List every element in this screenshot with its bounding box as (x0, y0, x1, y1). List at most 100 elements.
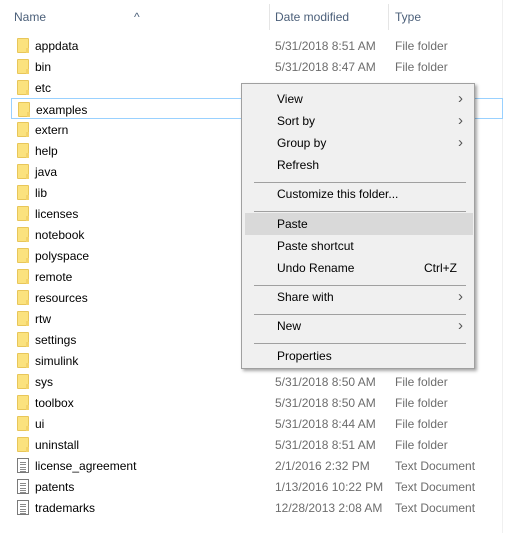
chevron-right-icon: › (458, 317, 463, 335)
folder-icon (17, 122, 29, 137)
folder-icon (17, 185, 29, 200)
column-type[interactable]: Type (395, 10, 421, 24)
file-date: 5/31/2018 8:44 AM (275, 417, 376, 431)
menu-item-label: New (277, 319, 302, 334)
sort-ascending-icon: ^ (134, 10, 140, 24)
file-name: extern (35, 123, 69, 137)
menu-item-share-with[interactable]: Share with › (245, 286, 473, 308)
folder-icon (17, 143, 29, 158)
file-name: trademarks (35, 501, 96, 515)
menu-item-paste[interactable]: Paste (245, 212, 473, 235)
folder-icon (18, 102, 30, 117)
menu-item-label: Share with (277, 289, 334, 304)
file-name: sys (35, 375, 53, 389)
chevron-right-icon: › (458, 134, 463, 151)
menu-item-label: Sort by (277, 114, 316, 128)
shortcut-label: Ctrl+Z (424, 260, 457, 275)
file-row[interactable]: uninstall 5/31/2018 8:51 AM File folder (11, 434, 503, 455)
menu-item-new[interactable]: New › (245, 315, 473, 337)
file-name: notebook (35, 228, 85, 242)
menu-item-label: Undo Rename (277, 260, 355, 275)
file-name: java (35, 165, 58, 179)
folder-icon (17, 353, 29, 368)
file-name: appdata (35, 39, 79, 53)
menu-item-view[interactable]: View › (245, 88, 473, 110)
chevron-right-icon: › (458, 90, 463, 107)
folder-icon (17, 59, 29, 74)
file-name: lib (35, 186, 48, 200)
file-name: bin (35, 60, 52, 74)
file-row[interactable]: sys 5/31/2018 8:50 AM File folder (11, 371, 503, 392)
file-date: 5/31/2018 8:50 AM (275, 396, 376, 410)
file-type: File folder (395, 60, 448, 74)
text-document-icon (17, 500, 29, 515)
menu-item-label: Group by (277, 136, 327, 150)
file-type: Text Document (395, 480, 476, 494)
file-name: patents (35, 480, 75, 494)
file-type: File folder (395, 417, 448, 431)
text-document-icon (17, 479, 29, 494)
file-date: 5/31/2018 8:51 AM (275, 438, 376, 452)
file-date: 1/13/2016 10:22 PM (275, 480, 384, 494)
file-name: examples (36, 103, 88, 117)
folder-icon (17, 374, 29, 389)
file-type: Text Document (395, 501, 476, 515)
file-type: File folder (395, 39, 448, 53)
folder-icon (17, 227, 29, 242)
file-name: license_agreement (35, 459, 137, 473)
file-name: licenses (35, 207, 79, 221)
file-row[interactable]: toolbox 5/31/2018 8:50 AM File folder (11, 392, 503, 413)
column-divider[interactable] (269, 4, 270, 30)
menu-item-paste-shortcut[interactable]: Paste shortcut (245, 235, 473, 257)
file-name: toolbox (35, 396, 74, 410)
folder-icon (17, 269, 29, 284)
menu-item-undo-rename[interactable]: Undo Rename Ctrl+Z (245, 257, 473, 279)
file-row[interactable]: license_agreement 2/1/2016 2:32 PM Text Do… (11, 455, 503, 476)
folder-icon (17, 164, 29, 179)
file-name: polyspace (35, 249, 90, 263)
file-type: File folder (395, 375, 448, 389)
menu-item-group-by[interactable]: Group by › (245, 132, 473, 154)
menu-item-label: View (277, 92, 303, 106)
column-divider[interactable] (388, 4, 389, 30)
menu-item-label: Paste shortcut (277, 238, 354, 253)
folder-icon (17, 80, 29, 95)
text-document-icon (17, 458, 29, 473)
file-name: rtw (35, 312, 51, 326)
column-header: ^ Name Date modified Type (0, 0, 512, 32)
folder-icon (17, 206, 29, 221)
context-menu: View › Sort by › Group by › Refresh Customize t… (241, 83, 475, 369)
menu-item-sort-by[interactable]: Sort by › (245, 110, 473, 132)
folder-icon (17, 290, 29, 305)
file-date: 5/31/2018 8:51 AM (275, 39, 376, 53)
menu-item-label: Customize this folder... (277, 187, 399, 202)
column-name[interactable]: Name (14, 10, 46, 24)
file-name: etc (35, 81, 52, 95)
folder-icon (17, 416, 29, 431)
file-row[interactable]: trademarks 12/28/2013 2:08 AM Text Documen… (11, 497, 503, 518)
file-row[interactable]: appdata 5/31/2018 8:51 AM File folder (11, 35, 503, 56)
file-name: simulink (35, 354, 79, 368)
file-row[interactable]: ui 5/31/2018 8:44 AM File folder (11, 413, 503, 434)
file-name: settings (35, 333, 77, 347)
folder-icon (17, 248, 29, 263)
file-date: 2/1/2016 2:32 PM (275, 459, 370, 473)
folder-icon (17, 395, 29, 410)
folder-icon (17, 311, 29, 326)
file-type: Text Document (395, 459, 476, 473)
file-name: remote (35, 270, 73, 284)
file-name: resources (35, 291, 88, 305)
file-date: 5/31/2018 8:47 AM (275, 60, 376, 74)
file-type: File folder (395, 438, 448, 452)
menu-item-label: Paste (277, 216, 308, 231)
file-name: ui (35, 417, 45, 431)
chevron-right-icon: › (458, 112, 463, 129)
column-date-modified[interactable]: Date modified (275, 10, 349, 24)
menu-item-customize-this-folder[interactable]: Customize this folder... (245, 183, 473, 205)
menu-item-properties[interactable]: Properties (245, 345, 473, 367)
menu-item-refresh[interactable]: Refresh (245, 154, 473, 176)
file-date: 5/31/2018 8:50 AM (275, 375, 376, 389)
file-date: 12/28/2013 2:08 AM (275, 501, 383, 515)
file-row[interactable]: bin 5/31/2018 8:47 AM File folder (11, 56, 503, 77)
file-row[interactable]: patents 1/13/2016 10:22 PM Text Document (11, 476, 503, 497)
